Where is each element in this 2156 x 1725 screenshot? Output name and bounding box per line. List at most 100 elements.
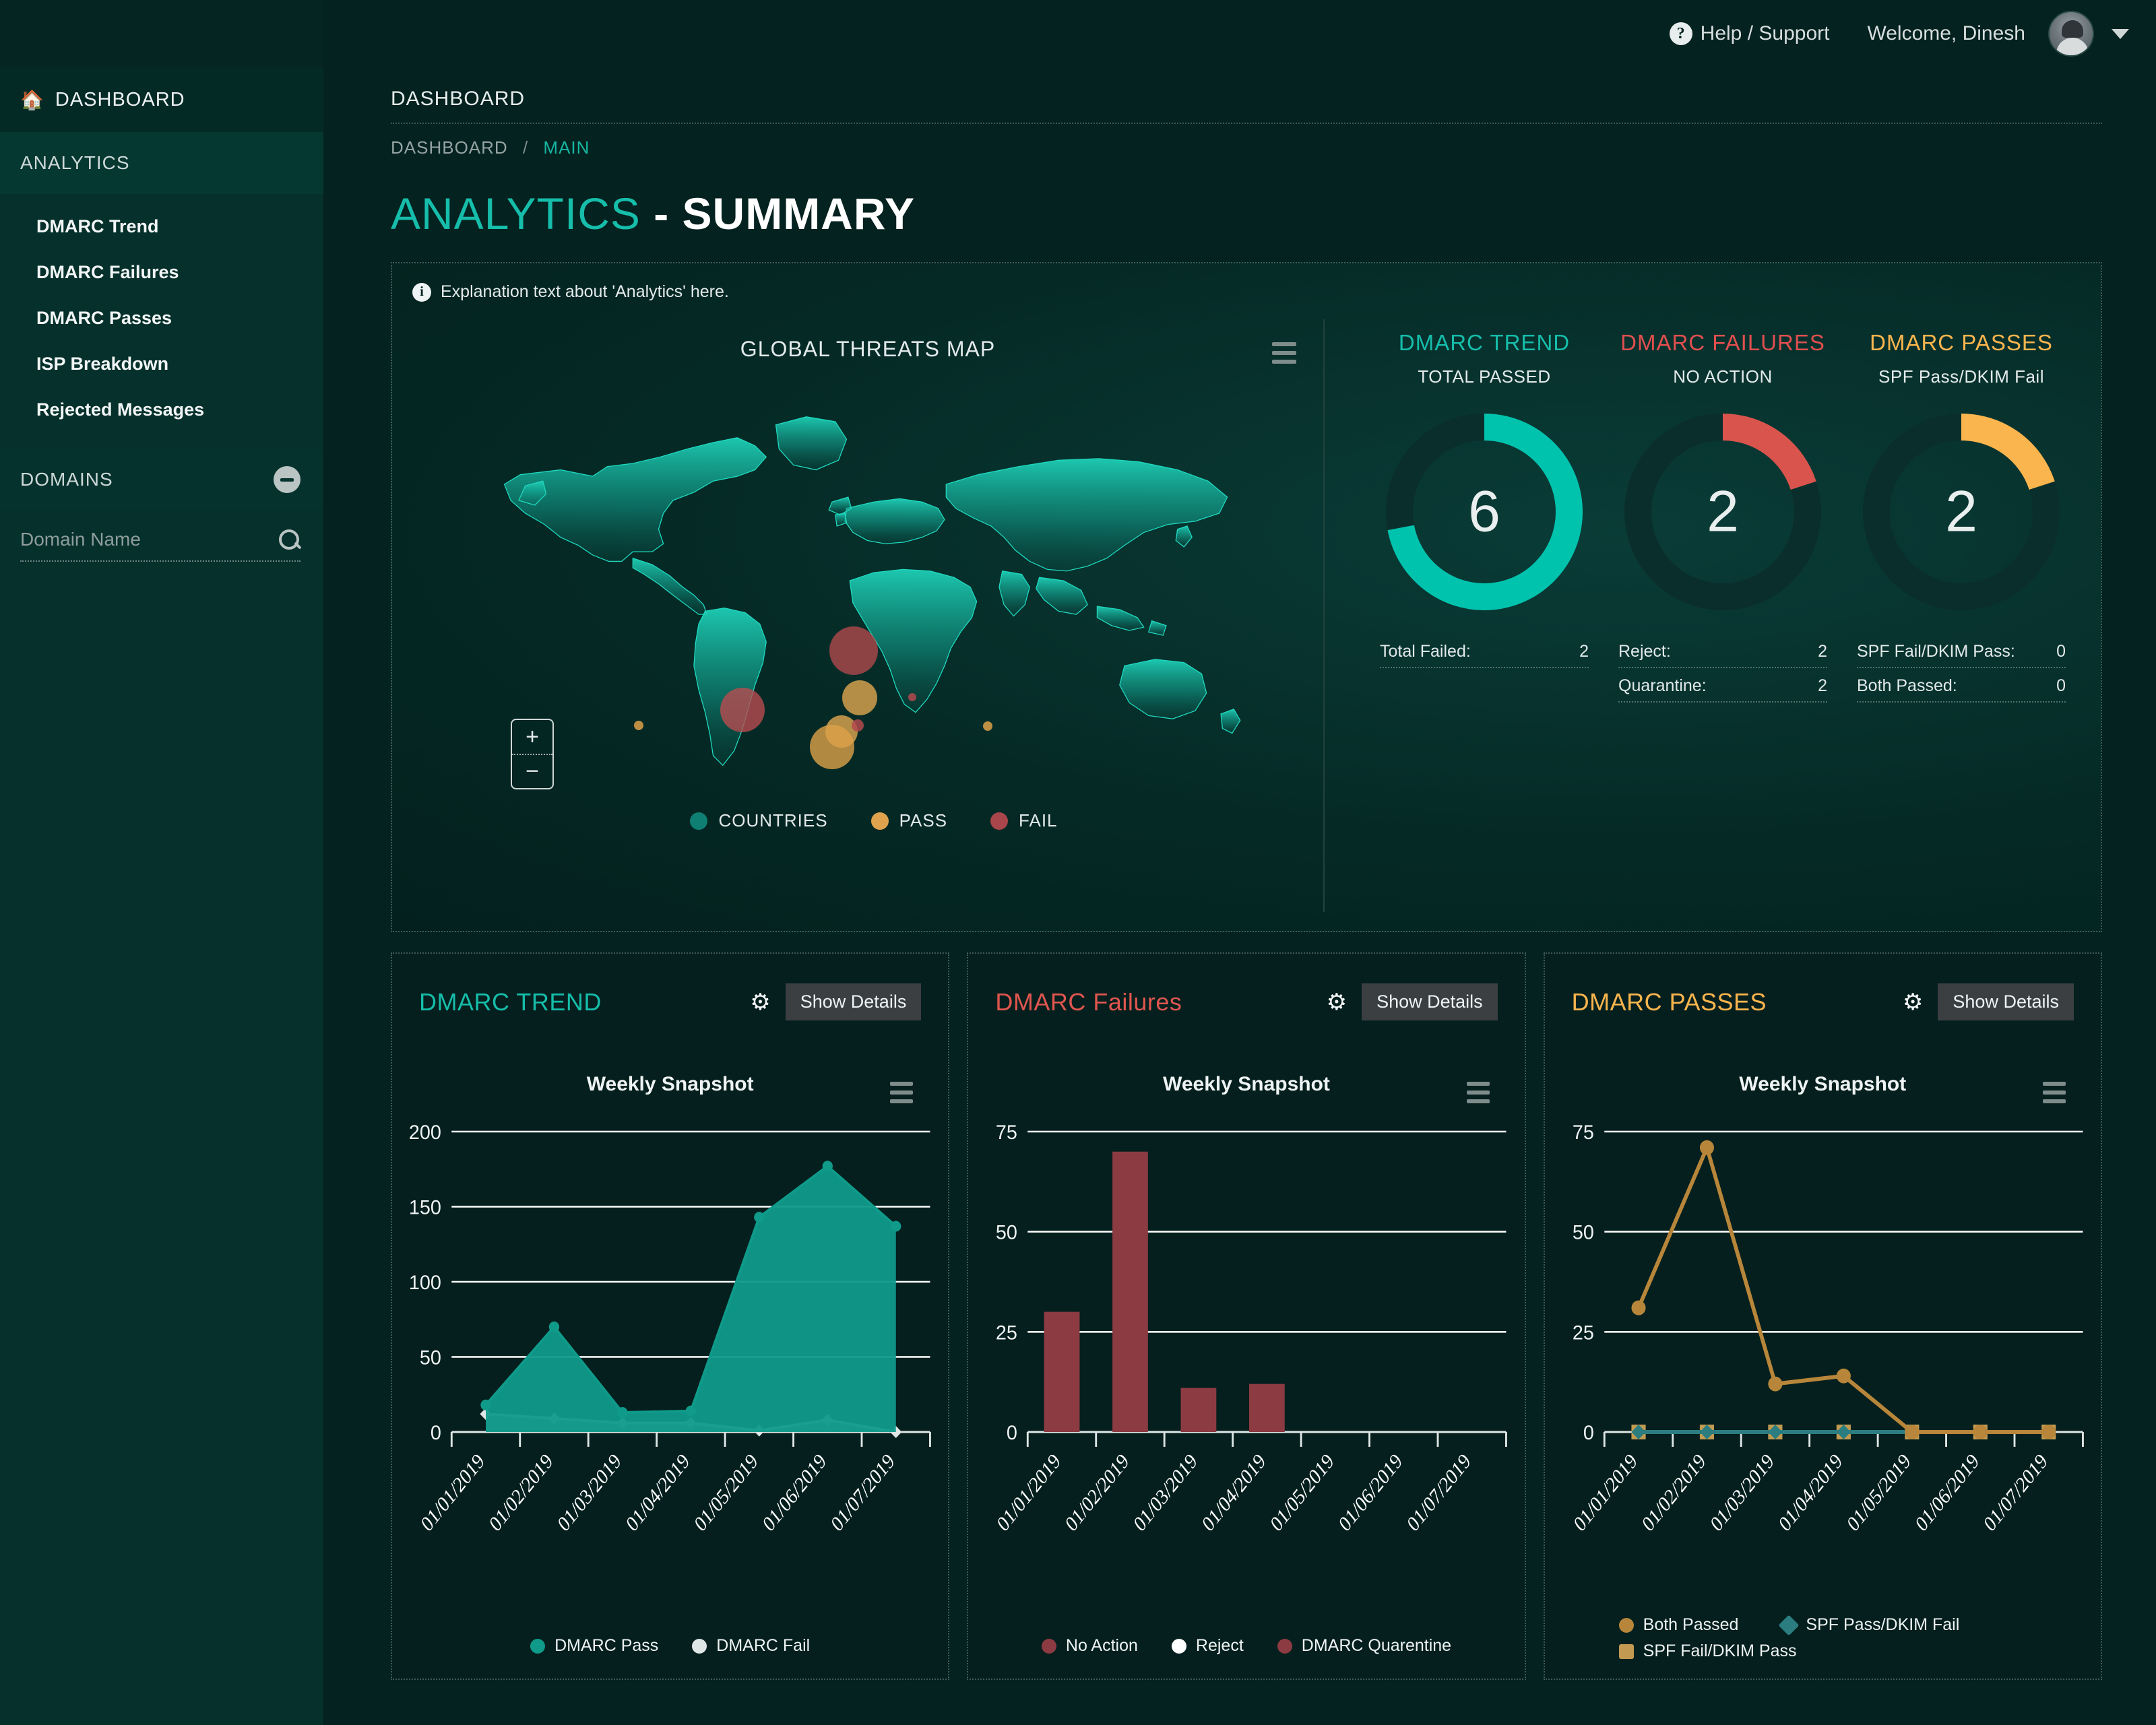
map-bubble-pacific-west-pass[interactable] <box>634 721 643 730</box>
svg-text:01/05/2019: 01/05/2019 <box>1266 1450 1339 1535</box>
breadcrumb: DASHBOARD / MAIN <box>391 124 2102 158</box>
svg-text:01/02/2019: 01/02/2019 <box>1637 1450 1710 1535</box>
gear-icon[interactable]: ⚙ <box>750 989 770 1016</box>
show-details-button[interactable]: Show Details <box>1362 983 1498 1020</box>
legend-swatch <box>990 812 1009 830</box>
legend-swatch <box>870 812 889 830</box>
map-legend-item-pass[interactable]: PASS <box>870 810 948 831</box>
global-threats-map: GLOBAL THREATS MAP + − COUNTRIES PASS FA… <box>412 319 1325 912</box>
legend-item-no-action[interactable]: No Action <box>1041 1636 1138 1656</box>
card-dmarc-trend: DMARC TREND ⚙ Show Details Weekly Snapsh… <box>391 952 950 1680</box>
sidebar-item-dmarc-trend[interactable]: DMARC Trend <box>0 203 323 249</box>
summary-panel: i Explanation text about 'Analytics' her… <box>391 262 2102 932</box>
legend-item-dmarc-quarentine[interactable]: DMARC Quarentine <box>1277 1636 1451 1656</box>
gauge-dmarc-trend: DMARC TREND TOTAL PASSED 6 Total Failed:… <box>1365 319 1604 912</box>
help-support-link[interactable]: ? Help / Support <box>1669 22 1829 45</box>
map-bubble-east-africa-fail[interactable] <box>852 719 864 731</box>
gauge-stat-value: 0 <box>2056 676 2066 695</box>
hamburger-menu-icon[interactable] <box>1466 1082 1490 1108</box>
legend-swatch <box>530 1638 546 1654</box>
svg-text:01/06/2019: 01/06/2019 <box>1335 1450 1407 1535</box>
svg-text:150: 150 <box>409 1196 441 1219</box>
sidebar-section-domains[interactable]: DOMAINS <box>0 449 323 511</box>
gear-icon[interactable]: ⚙ <box>1327 989 1347 1016</box>
gauge-stat-label: Total Failed: <box>1380 642 1471 661</box>
svg-text:01/03/2019: 01/03/2019 <box>1129 1450 1202 1535</box>
legend-label: DMARC Quarentine <box>1301 1636 1452 1655</box>
show-details-button[interactable]: Show Details <box>1938 983 2074 1020</box>
chevron-down-icon[interactable] <box>2112 28 2129 39</box>
gauge-stat-value: 2 <box>1818 676 1827 695</box>
page-title-accent: ANALYTICS <box>391 189 641 238</box>
svg-text:01/01/2019: 01/01/2019 <box>992 1450 1065 1535</box>
map-bubble-pacific-east-pass[interactable] <box>983 721 992 731</box>
map-zoom-in-button[interactable]: + <box>512 720 552 754</box>
map-zoom-out-button[interactable]: − <box>512 754 552 787</box>
sidebar-analytics-items: DMARC Trend DMARC Failures DMARC Passes … <box>0 194 323 449</box>
svg-text:200: 200 <box>409 1121 441 1144</box>
breadcrumb-item-dashboard[interactable]: DASHBOARD <box>391 137 508 158</box>
avatar[interactable] <box>2048 11 2094 57</box>
map-bubble-europe-fail[interactable] <box>829 626 878 675</box>
legend-item-reject[interactable]: Reject <box>1171 1636 1244 1656</box>
domain-search-input[interactable] <box>20 529 243 550</box>
show-details-button[interactable]: Show Details <box>785 983 922 1020</box>
minus-circle-icon[interactable] <box>274 466 300 493</box>
gear-icon[interactable]: ⚙ <box>1903 989 1923 1016</box>
chart-plot-area: 0 25 50 75 01/01/2019 01/02/2019 01/03/2019 01/… <box>968 1115 1524 1587</box>
legend-swatch <box>1041 1638 1056 1654</box>
search-icon[interactable] <box>278 528 300 551</box>
legend-item-spf-pass-dkim-fail[interactable]: SPF Pass/DKIM Fail <box>1778 1614 1959 1636</box>
map-legend-label: PASS <box>899 810 948 831</box>
chart-legend: DMARC Pass DMARC Fail <box>392 1636 948 1656</box>
gauge-dmarc-passes: DMARC PASSES SPF Pass/DKIM Fail 2 SPF Fa… <box>1842 319 2081 912</box>
sidebar-item-isp-breakdown[interactable]: ISP Breakdown <box>0 341 323 387</box>
breadcrumb-item-main[interactable]: MAIN <box>543 137 590 158</box>
page-title: ANALYTICS - SUMMARY <box>391 188 2102 239</box>
explanation-row: i Explanation text about 'Analytics' her… <box>412 282 2081 302</box>
sidebar: 🏠 DASHBOARD ANALYTICS DMARC Trend DMARC … <box>0 0 323 1725</box>
svg-text:100: 100 <box>409 1271 441 1294</box>
legend-label: DMARC Fail <box>716 1636 811 1655</box>
svg-text:01/07/2019: 01/07/2019 <box>827 1450 899 1535</box>
map-title: GLOBAL THREATS MAP <box>740 337 996 361</box>
map-bubble-south-america-fail[interactable] <box>720 688 765 732</box>
svg-text:01/06/2019: 01/06/2019 <box>1911 1450 1984 1535</box>
map-canvas[interactable]: + − COUNTRIES PASS FAIL <box>412 366 1335 831</box>
gauge-stat-value: 2 <box>1579 642 1589 661</box>
map-legend-item-countries[interactable]: COUNTRIES <box>690 810 827 831</box>
hamburger-menu-icon[interactable] <box>1272 342 1296 368</box>
sidebar-item-dashboard[interactable]: 🏠 DASHBOARD <box>0 67 323 132</box>
legend-item-dmarc-pass[interactable]: DMARC Pass <box>530 1636 658 1656</box>
legend-label: No Action <box>1065 1636 1138 1655</box>
gauge-subtitle: NO ACTION <box>1673 366 1773 387</box>
gauge-title: DMARC TREND <box>1398 330 1571 355</box>
legend-item-spf-fail-dkim-pass[interactable]: SPF Fail/DKIM Pass <box>1618 1641 2074 1661</box>
map-zoom-controls: + − <box>511 719 554 789</box>
gauge-stat-label: Reject: <box>1618 642 1671 661</box>
map-bubble-east-africa-pass[interactable] <box>842 680 877 715</box>
map-bubble-asia-fail[interactable] <box>908 693 916 701</box>
svg-text:25: 25 <box>1573 1322 1594 1344</box>
legend-item-dmarc-fail[interactable]: DMARC Fail <box>692 1636 810 1656</box>
gauge-stat-row: SPF Fail/DKIM Pass: 0 <box>1857 642 2066 668</box>
gauge-dmarc-failures: DMARC FAILURES NO ACTION 2 Reject: 2 Qua… <box>1604 319 1842 912</box>
legend-item-both-passed[interactable]: Both Passed <box>1618 1615 1738 1635</box>
chart-subtitle: Weekly Snapshot <box>1739 1073 1907 1095</box>
gauge-title: DMARC FAILURES <box>1620 330 1825 355</box>
sidebar-item-rejected-messages[interactable]: Rejected Messages <box>0 387 323 432</box>
breadcrumb-separator: / <box>522 137 529 158</box>
sidebar-section-analytics[interactable]: ANALYTICS <box>0 132 323 194</box>
map-legend-label: FAIL <box>1019 810 1058 831</box>
svg-text:50: 50 <box>996 1221 1017 1244</box>
legend-label: SPF Fail/DKIM Pass <box>1643 1641 1797 1660</box>
sidebar-item-dmarc-passes[interactable]: DMARC Passes <box>0 295 323 341</box>
hamburger-menu-icon[interactable] <box>890 1082 914 1108</box>
sidebar-item-label: DMARC Passes <box>36 307 172 328</box>
sidebar-item-dmarc-failures[interactable]: DMARC Failures <box>0 249 323 295</box>
chart-subtitle: Weekly Snapshot <box>586 1073 754 1095</box>
svg-text:01/01/2019: 01/01/2019 <box>416 1450 489 1535</box>
map-bubble-southern-africa-pass[interactable] <box>810 725 854 769</box>
hamburger-menu-icon[interactable] <box>2042 1082 2066 1108</box>
map-legend-item-fail[interactable]: FAIL <box>990 810 1057 831</box>
